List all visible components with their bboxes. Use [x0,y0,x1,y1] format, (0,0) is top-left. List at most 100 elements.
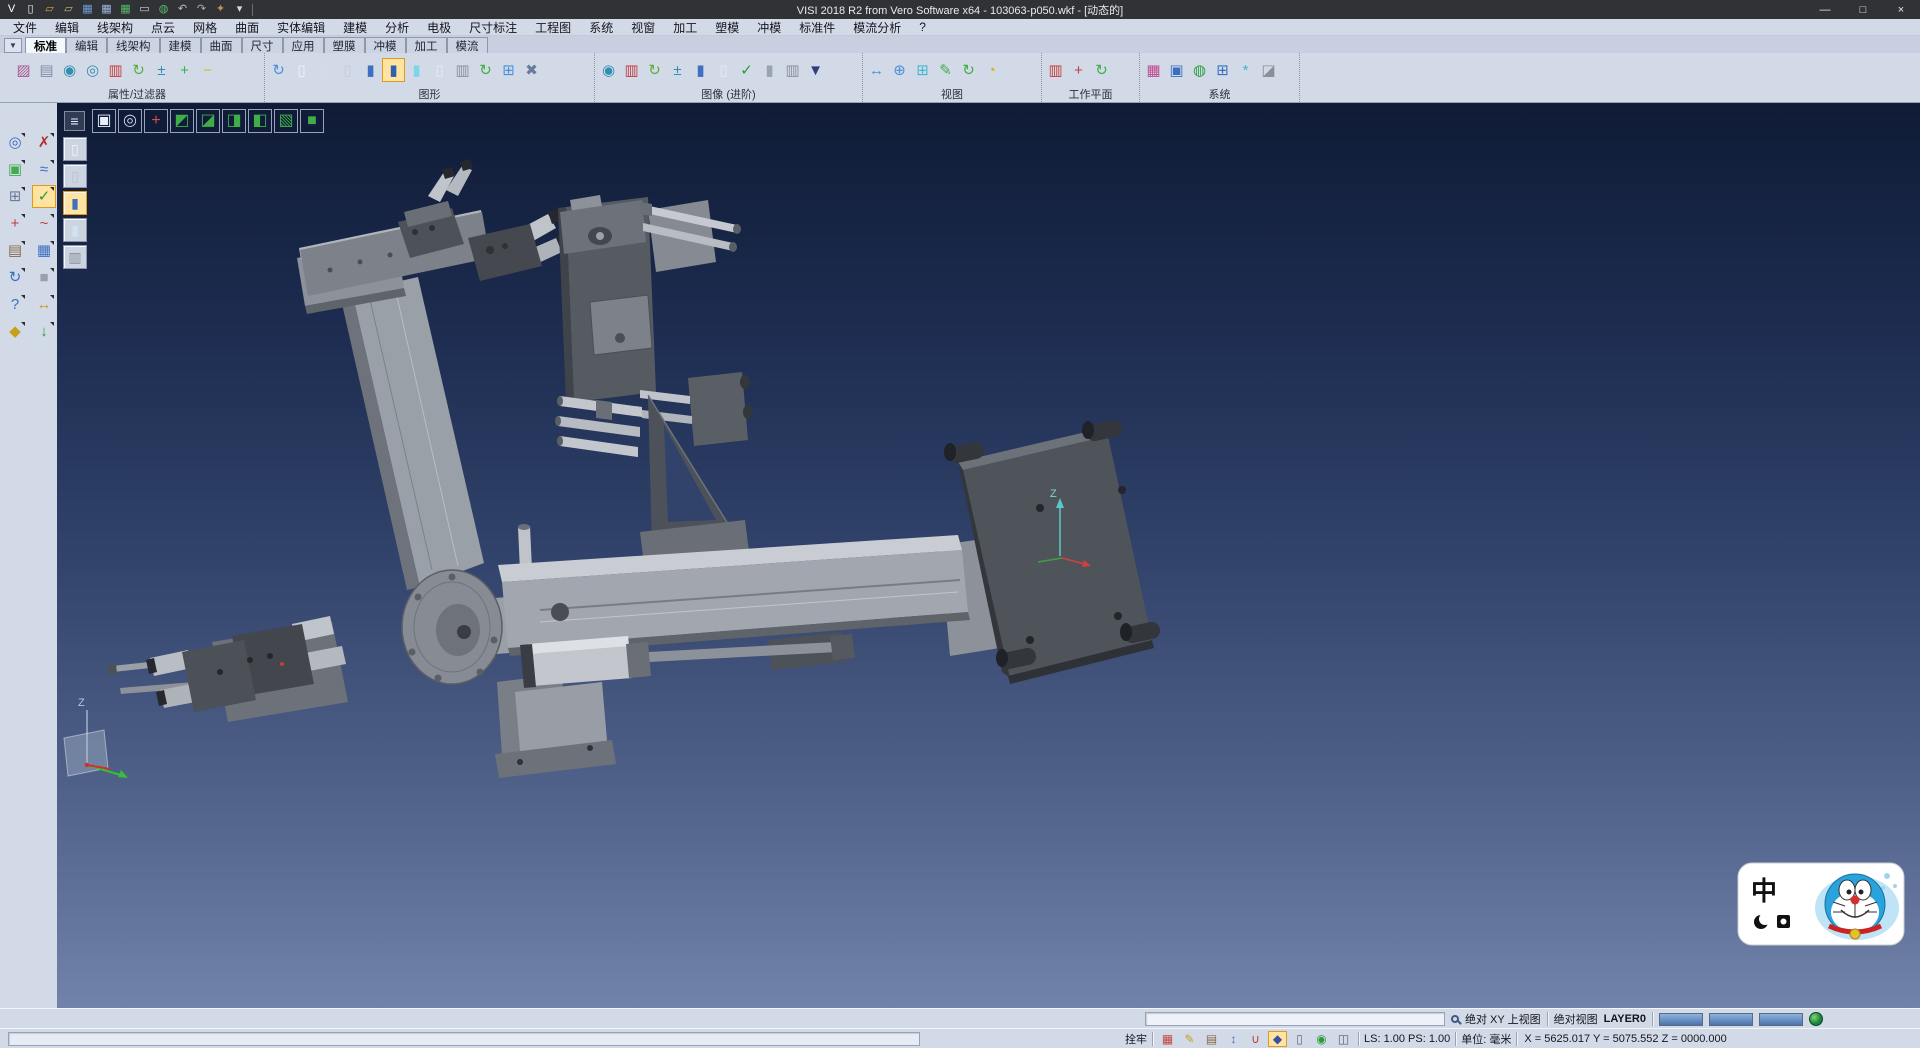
open-project-icon[interactable]: ▱ [60,2,77,17]
favorites-icon[interactable]: ◆ [3,320,27,343]
refresh-graphics-icon[interactable]: ↻ [267,58,290,82]
split-view-icon[interactable]: ◫ [1334,1031,1353,1047]
model-flange-disc[interactable] [402,570,502,684]
selection-filter-traffic-icon[interactable]: ▥ [104,58,127,82]
toolbar-tab[interactable]: 编辑 [66,37,107,53]
hidden-line-mode-icon[interactable]: ▯ [63,164,87,188]
entity-color-swatch[interactable] [1759,1013,1803,1026]
menu-item[interactable]: 点云 [142,19,184,36]
menu-item[interactable]: 视窗 [622,19,664,36]
toolbar-tab[interactable]: 塑膜 [324,37,365,53]
graphics-viewport[interactable]: Z Z ≡ ▣◎+◩◪◨◧▧■ [57,103,1920,1008]
export-icon[interactable]: ↓ [32,320,56,343]
save-all-icon[interactable]: ▦ [117,2,134,17]
ghost-mode-icon[interactable]: ▮ [63,218,87,242]
dynamic-eye-icon[interactable]: ◉ [597,58,620,82]
world-globe-icon[interactable] [1809,1012,1823,1026]
menu-item[interactable]: 编辑 [46,19,88,36]
shadow-cylinder-icon[interactable]: ▮ [758,58,781,82]
workplane-rotate-icon[interactable]: ↻ [1090,58,1113,82]
menu-item[interactable]: 网格 [184,19,226,36]
render-sparkle-icon[interactable]: * [1234,58,1257,82]
menu-item[interactable]: 工程图 [526,19,580,36]
cube-bottom-shaded-icon[interactable]: ◪ [196,109,220,133]
help-icon[interactable]: ? [3,293,27,316]
solid-cube-icon[interactable]: ■ [32,266,56,289]
dimension-arrow-icon[interactable]: ↔ [32,293,56,316]
tab-overflow-button[interactable]: ▼ [4,38,22,53]
toggle-entities-icon[interactable]: ± [666,58,689,82]
color-palette-grid-icon[interactable]: ▦ [1142,58,1165,82]
visi-logo[interactable]: V [3,2,20,17]
edge-cylinder-icon[interactable]: ▯ [712,58,735,82]
toolbar-tab[interactable]: 建模 [160,37,201,53]
erase-icon[interactable]: ✗ [32,131,56,154]
close-button[interactable]: × [1882,0,1920,19]
solid-cylinder-icon[interactable]: ▮ [359,58,382,82]
display-settings-icon[interactable]: ▣ [1165,58,1188,82]
cube-wireframe-icon[interactable]: ▧ [274,109,298,133]
measure-sketch-icon[interactable]: ✎ [934,58,957,82]
menu-item[interactable]: 标准件 [790,19,844,36]
toolbar-tab[interactable]: 曲面 [201,37,242,53]
transparent-cylinder-icon[interactable]: ▮ [405,58,428,82]
active-layer-indicator[interactable]: LAYER0 [1604,1013,1646,1025]
protect-toggle-icon[interactable]: ◆ [1268,1031,1287,1047]
dynamic-pan-icon[interactable]: ↔ [865,58,888,82]
orbit-view-icon[interactable]: ↻ [957,58,980,82]
eye-toggle-visibility-icon[interactable]: ± [150,58,173,82]
view-reference-indicator[interactable]: 绝对视图 [1554,1011,1598,1027]
validate-cylinder-icon[interactable]: ✓ [735,58,758,82]
save-icon[interactable]: ▦ [79,2,96,17]
axes-view-icon[interactable]: + [144,109,168,133]
outline-cylinder-icon[interactable]: ▯ [336,58,359,82]
menu-item[interactable]: 加工 [664,19,706,36]
model-lower-grippers[interactable] [108,616,348,722]
open-folder-icon[interactable]: ▱ [41,2,58,17]
menu-item[interactable]: 线架构 [88,19,142,36]
layers-window-icon[interactable]: ▦ [32,239,56,262]
security-icon[interactable]: ✦ [212,2,229,17]
menu-item[interactable]: 模流分析 [844,19,910,36]
workplane-axes-icon[interactable]: + [1067,58,1090,82]
print-icon[interactable]: ▭ [136,2,153,17]
ime-lang-indicator[interactable]: 中 [1751,876,1777,906]
display-list-menu-icon[interactable]: ≡ [64,111,85,131]
grid-snap-icon[interactable]: ⊞ [911,58,934,82]
cube-top-shaded-icon[interactable]: ◩ [170,109,194,133]
cube-left-shaded-icon[interactable]: ◧ [248,109,272,133]
undo-icon[interactable]: ↶ [174,2,191,17]
search-input[interactable] [1146,1013,1444,1025]
toolbar-tab[interactable]: 冲模 [365,37,406,53]
model-diagonal-arm[interactable] [340,277,484,590]
sketch-curve-icon[interactable]: ≈ [32,158,56,181]
menu-item[interactable]: 系统 [580,19,622,36]
eye-remove-selection-icon[interactable]: ◎ [81,58,104,82]
toolbar-tab[interactable]: 加工 [406,37,447,53]
eye-refresh-icon[interactable]: ↻ [127,58,150,82]
save-as-icon[interactable]: ▦ [98,2,115,17]
slanted-plane-icon[interactable]: ◪ [1257,58,1280,82]
toolbar-tab[interactable]: 标准 [25,37,66,53]
menu-item[interactable]: 建模 [334,19,376,36]
zoom-dynamic-icon[interactable]: ◎ [3,131,27,154]
world-globe-icon[interactable]: ◍ [1188,58,1211,82]
menu-item[interactable]: 尺寸标注 [460,19,526,36]
cube-right-shaded-icon[interactable]: ◨ [222,109,246,133]
validate-icon[interactable]: ✓ [32,185,56,208]
dynamic-zoom-icon[interactable]: ⊕ [888,58,911,82]
select-box-icon[interactable]: ▣ [3,158,27,181]
snap-toggle[interactable]: 拴牢 [1125,1031,1147,1047]
menu-item[interactable]: 冲模 [748,19,790,36]
magnet-snap-icon[interactable]: ∪ [1246,1031,1265,1047]
cylinder-toggle-icon[interactable]: ▯ [1290,1031,1309,1047]
refresh-view-icon[interactable]: ↻ [643,58,666,82]
hatch-cylinder-icon[interactable]: ▥ [781,58,804,82]
zoom-dynamic-view-icon[interactable]: ◎ [118,109,142,133]
orbit-toggle-icon[interactable]: ◉ [1312,1031,1331,1047]
hide-all-icon[interactable]: − [196,58,219,82]
hatch-toggle-icon[interactable]: ▤ [1202,1031,1221,1047]
layer-color-swatch[interactable] [1659,1013,1703,1026]
toolbar-tab[interactable]: 尺寸 [242,37,283,53]
toolbar-tab[interactable]: 应用 [283,37,324,53]
